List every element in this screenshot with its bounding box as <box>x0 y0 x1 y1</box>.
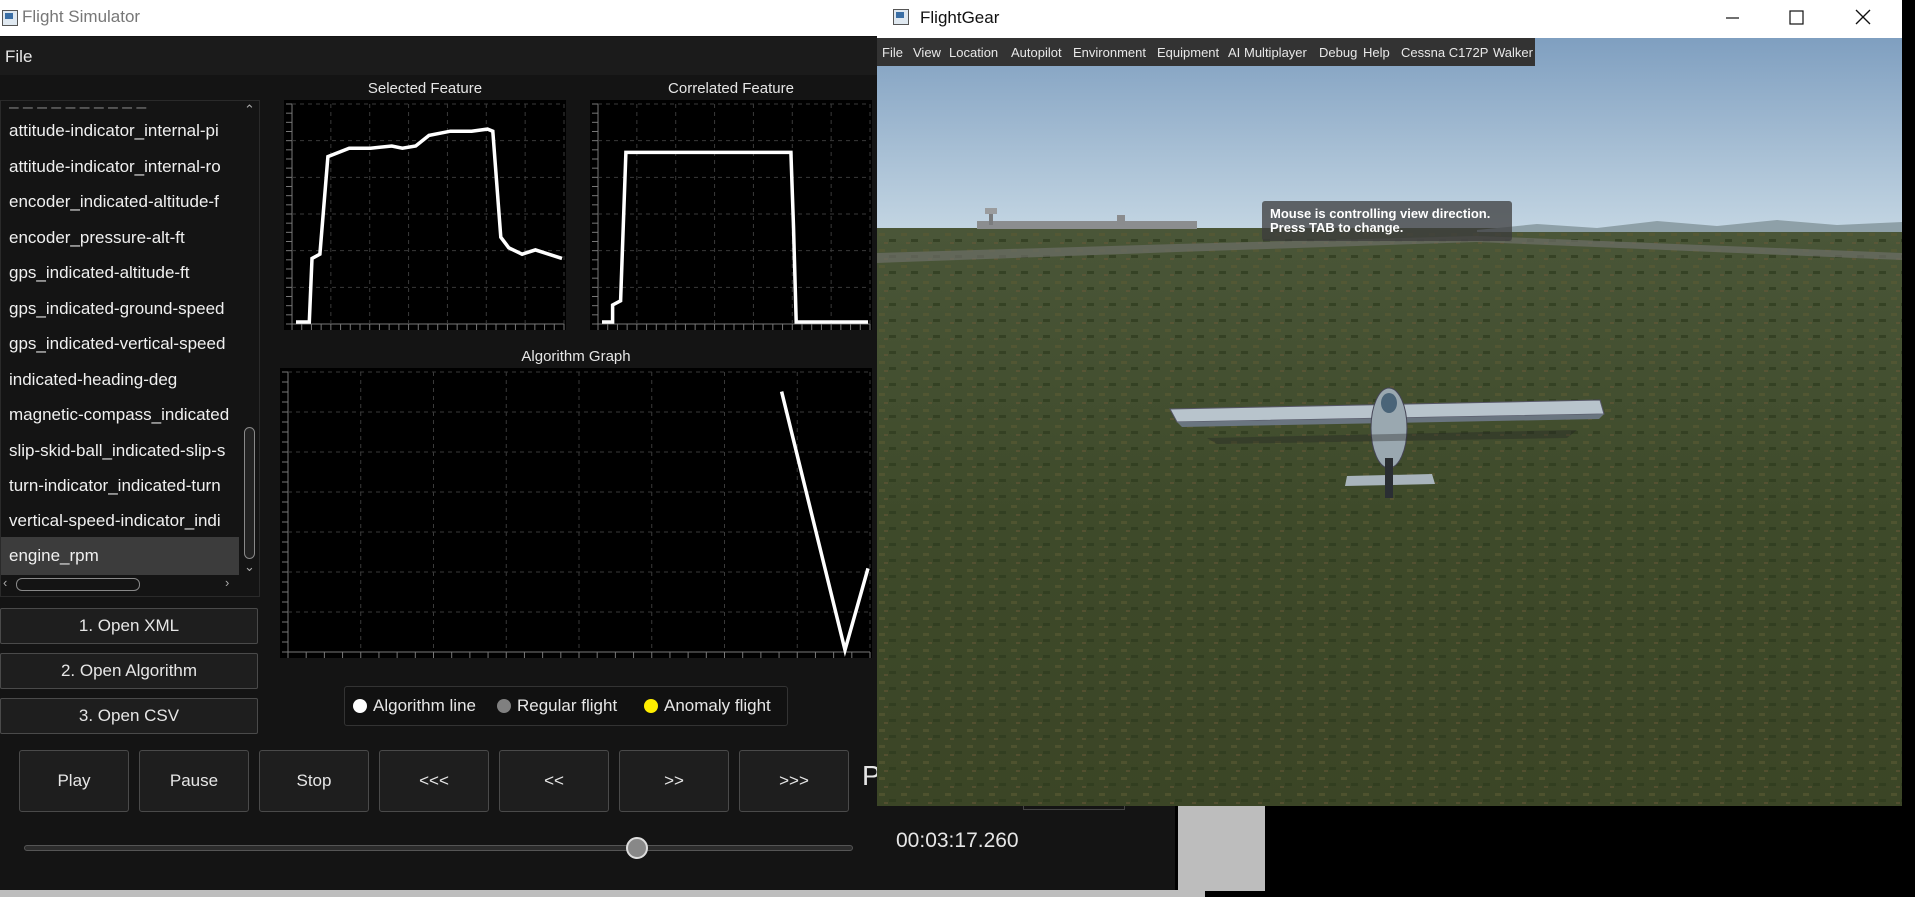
list-item[interactable]: encoder_indicated-altitude-f <box>9 185 241 219</box>
fg-menu-help[interactable]: Help <box>1363 45 1390 60</box>
app-window-icon <box>893 9 909 25</box>
3d-scene-view[interactable] <box>877 38 1902 806</box>
correlated-feature-chart <box>590 100 872 330</box>
open-algorithm-button[interactable]: 2. Open Algorithm <box>0 653 258 689</box>
pause-button[interactable]: Pause <box>139 750 249 812</box>
flightgear-window: FlightGear File View Location Autopilot … <box>877 0 1902 806</box>
rewind-button[interactable]: << <box>499 750 609 812</box>
legend-anomaly-label: Anomaly flight <box>664 696 771 715</box>
legend-anomaly: Anomaly flight <box>644 696 771 716</box>
selected-feature-line <box>296 127 563 324</box>
timeline-slider-track[interactable] <box>24 845 853 851</box>
selected-feature-title: Selected Feature <box>367 80 483 97</box>
fg-menu-environment[interactable]: Environment <box>1073 45 1146 60</box>
vertical-scroll-thumb[interactable] <box>244 427 255 559</box>
chart-grid <box>282 371 871 658</box>
list-item-selected[interactable]: engine_rpm <box>1 537 239 575</box>
window-title: Flight Simulator <box>22 7 141 26</box>
fg-menu-view[interactable]: View <box>913 45 941 60</box>
fg-menu-debug[interactable]: Debug <box>1319 45 1357 60</box>
scroll-left-icon[interactable]: ‹ <box>3 575 7 590</box>
app-window-icon <box>2 10 18 26</box>
correlated-feature-line <box>602 150 868 324</box>
chart-legend: Algorithm line Regular flight Anomaly fl… <box>344 686 788 726</box>
selected-feature-chart <box>284 100 566 330</box>
fg-menu-multiplayer[interactable]: Multiplayer <box>1244 45 1307 60</box>
horizontal-scroll-thumb[interactable] <box>16 578 140 591</box>
regular-dot-icon <box>497 699 511 713</box>
fg-menu-location[interactable]: Location <box>949 45 998 60</box>
fg-title-bar: FlightGear <box>877 0 1902 38</box>
algorithm-graph-chart <box>280 368 872 658</box>
list-item[interactable]: turn-indicator_indicated-turn <box>9 469 241 503</box>
bottom-scrollbar[interactable] <box>0 890 1205 897</box>
correlated-feature-title: Correlated Feature <box>668 80 794 97</box>
list-item[interactable]: slip-skid-ball_indicated-slip-s <box>9 434 241 468</box>
chart-grid <box>592 103 871 330</box>
window-title: FlightGear <box>920 8 1000 27</box>
list-item[interactable]: attitude-indicator_internal-pi <box>9 114 241 148</box>
maximize-icon[interactable] <box>1776 4 1816 32</box>
play-button[interactable]: Play <box>19 750 129 812</box>
fg-menu-equipment[interactable]: Equipment <box>1157 45 1219 60</box>
time-display: 00:03:17.260 <box>896 829 1019 852</box>
list-item-label: engine_rpm <box>9 546 99 565</box>
menu-file[interactable]: File <box>5 47 32 67</box>
list-item[interactable]: indicated-heading-deg <box>9 363 241 397</box>
open-xml-button[interactable]: 1. Open XML <box>0 608 258 644</box>
list-item[interactable]: vertical-speed-indicator_indi <box>9 504 241 538</box>
list-item[interactable]: attitude-indicator_internal-ro <box>9 150 241 184</box>
scroll-up-icon[interactable]: ⌃ <box>244 102 255 118</box>
close-icon[interactable] <box>1843 4 1883 32</box>
fg-menu-walker[interactable]: Walker <box>1493 45 1533 60</box>
timeline-slider-thumb[interactable] <box>625 837 648 859</box>
background-window-fragment <box>1178 806 1265 891</box>
scroll-down-icon[interactable]: ⌄ <box>244 559 255 575</box>
fg-menu-ai[interactable]: AI <box>1228 45 1240 60</box>
feature-list[interactable]: _ _ _ _ _ _ _ _ _ _ attitude-indicator_i… <box>0 100 260 597</box>
algorithm-dot-icon <box>353 699 367 713</box>
tooltip-line-1: Mouse is controlling view direction. <box>1270 206 1491 221</box>
forward-button[interactable]: >> <box>619 750 729 812</box>
list-item[interactable]: gps_indicated-altitude-ft <box>9 256 241 290</box>
tooltip-line-2: Press TAB to change. <box>1270 220 1404 235</box>
rewind-fast-button[interactable]: <<< <box>379 750 489 812</box>
list-item[interactable]: gps_indicated-vertical-speed <box>9 327 241 361</box>
list-item[interactable]: encoder_pressure-alt-ft <box>9 221 241 255</box>
stop-button[interactable]: Stop <box>259 750 369 812</box>
open-csv-button[interactable]: 3. Open CSV <box>0 698 258 734</box>
algorithm-graph-title: Algorithm Graph <box>521 348 631 365</box>
view-direction-tooltip: Mouse is controlling view direction. Pre… <box>1262 201 1512 241</box>
fg-menu-file[interactable]: File <box>882 45 903 60</box>
fg-menu-bar: File View Location Autopilot Environment… <box>877 38 1535 66</box>
legend-algorithm-label: Algorithm line <box>373 696 476 715</box>
anomaly-dot-icon <box>644 699 658 713</box>
minimize-icon[interactable] <box>1712 4 1752 32</box>
list-item[interactable]: gps_indicated-ground-speed <box>9 292 241 326</box>
fg-menu-aircraft[interactable]: Cessna C172P <box>1401 45 1488 60</box>
legend-regular: Regular flight <box>497 696 617 716</box>
forward-fast-button[interactable]: >>> <box>739 750 849 812</box>
scroll-right-icon[interactable]: › <box>225 575 229 590</box>
legend-regular-label: Regular flight <box>517 696 618 715</box>
legend-algorithm: Algorithm line <box>353 696 476 716</box>
fg-menu-autopilot[interactable]: Autopilot <box>1011 45 1062 60</box>
algorithm-line <box>779 391 870 657</box>
list-item[interactable]: magnetic-compass_indicated <box>9 398 241 432</box>
